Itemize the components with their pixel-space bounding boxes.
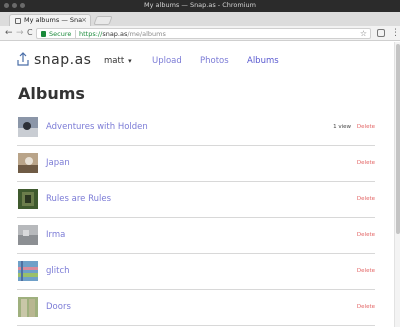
brand-name[interactable]: snap.as	[34, 52, 91, 68]
tab-close-icon[interactable]: ×	[81, 16, 87, 24]
browser-tab[interactable]: My albums — Snap ×	[9, 14, 91, 26]
delete-album-button[interactable]: Delete	[357, 196, 375, 202]
url-host: snap.as	[102, 30, 128, 38]
album-name[interactable]: Japan	[46, 158, 70, 168]
window-titlebar: My albums — Snap.as - Chromium	[0, 0, 400, 12]
tab-title: My albums — Snap	[24, 16, 82, 24]
lock-icon	[41, 31, 46, 37]
address-bar[interactable]: Secure https://snap.as/me/albums ☆	[36, 28, 371, 39]
favicon-icon	[15, 18, 21, 24]
album-thumbnail[interactable]	[18, 225, 38, 245]
album-name[interactable]: Rules are Rules	[46, 194, 111, 204]
browser-menu-icon[interactable]: ⋮	[391, 26, 400, 40]
album-thumbnail[interactable]	[18, 189, 38, 209]
album-name[interactable]: Adventures with Holden	[46, 122, 148, 132]
album-thumbnail[interactable]	[18, 153, 38, 173]
secure-label: Secure	[49, 30, 72, 38]
album-thumbnail[interactable]	[18, 261, 38, 281]
album-row: Adventures with Holden 1 view Delete	[17, 110, 375, 146]
album-name[interactable]: glitch	[46, 266, 70, 276]
user-menu[interactable]: matt ▾	[104, 56, 132, 66]
back-arrow-icon[interactable]: ←	[5, 27, 13, 39]
browser-toolbar: ← → C Secure https://snap.as/me/albums ☆…	[0, 26, 400, 41]
forward-arrow-icon[interactable]: →	[16, 27, 24, 39]
nav-albums-link[interactable]: Albums	[247, 56, 279, 66]
url-path: /me/albums	[127, 30, 166, 38]
album-row: Rules are Rules Delete	[17, 182, 375, 218]
extension-icon[interactable]	[377, 29, 385, 37]
user-name: matt	[104, 56, 125, 66]
new-tab-button[interactable]	[93, 16, 113, 25]
album-row: Doors Delete	[17, 290, 375, 326]
delete-album-button[interactable]: Delete	[357, 304, 375, 310]
album-thumbnail[interactable]	[18, 117, 38, 137]
page-title: Albums	[18, 84, 85, 103]
bookmark-star-icon[interactable]: ☆	[360, 29, 367, 39]
album-name[interactable]: Doors	[46, 302, 71, 312]
reload-icon[interactable]: C	[27, 27, 33, 39]
album-row: glitch Delete	[17, 254, 375, 290]
nav-upload-link[interactable]: Upload	[152, 56, 182, 66]
album-name[interactable]: Irma	[46, 230, 65, 240]
view-count: 1 view	[333, 124, 351, 130]
delete-album-button[interactable]: Delete	[357, 268, 375, 274]
tab-strip: My albums — Snap ×	[0, 12, 400, 26]
divider	[75, 30, 76, 38]
nav-photos-link[interactable]: Photos	[200, 56, 229, 66]
page: snap.as matt ▾ Upload Photos Albums Album…	[0, 42, 394, 327]
album-row: Japan Delete	[17, 146, 375, 182]
page-scrollbar[interactable]	[394, 42, 400, 327]
url-text[interactable]: https://snap.as/me/albums	[79, 30, 166, 38]
site-nav: snap.as matt ▾ Upload Photos Albums	[0, 42, 394, 82]
delete-album-button[interactable]: Delete	[357, 232, 375, 238]
upload-logo-icon[interactable]	[17, 52, 29, 67]
chevron-down-icon: ▾	[128, 57, 132, 65]
album-row: Irma Delete	[17, 218, 375, 254]
delete-album-button[interactable]: Delete	[357, 124, 375, 130]
scrollbar-thumb[interactable]	[396, 44, 400, 234]
album-thumbnail[interactable]	[18, 297, 38, 317]
url-scheme: https://	[79, 30, 103, 38]
delete-album-button[interactable]: Delete	[357, 160, 375, 166]
window-title: My albums — Snap.as - Chromium	[144, 1, 256, 9]
